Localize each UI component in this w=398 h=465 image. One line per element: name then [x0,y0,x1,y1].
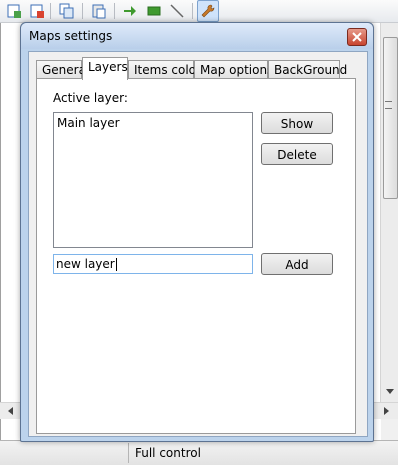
dialog-client: General Layers Items color Map options B… [28,51,368,437]
grip-icon [385,101,392,109]
close-button[interactable] [347,28,367,46]
status-bar: Full control [0,440,398,465]
tab-layers[interactable]: Layers [82,57,128,80]
paste-icon[interactable] [90,2,108,20]
close-icon [352,32,362,42]
dialog-title: Maps settings [29,29,113,43]
scroll-down-icon[interactable] [386,389,394,394]
new-layer-input[interactable]: new layer [53,254,253,274]
scroll-thumb[interactable] [383,37,398,199]
app-toolbar [0,0,398,23]
list-item[interactable]: Main layer [57,116,120,130]
new-map-icon[interactable] [5,2,23,20]
line-icon[interactable] [168,2,186,20]
tab-background[interactable]: BackGround [268,60,347,78]
vertical-scrollbar[interactable] [380,23,398,403]
layers-listbox[interactable]: Main layer [53,112,253,248]
delete-map-icon[interactable] [28,2,46,20]
dialog-titlebar[interactable]: Maps settings [21,23,373,49]
wrench-icon[interactable] [197,0,219,22]
tab-items-color[interactable]: Items color [128,60,201,78]
status-text: Full control [128,443,365,463]
layers-panel: Active layer: Main layer Show Delete new… [36,78,356,434]
arrow-right-icon[interactable] [121,2,139,20]
show-button[interactable]: Show [261,112,333,134]
new-layer-value: new layer [56,257,115,271]
scroll-left-icon[interactable] [8,407,13,415]
maps-settings-dialog: Maps settings General Layers Items color… [20,22,374,442]
add-button[interactable]: Add [261,253,333,275]
active-layer-label: Active layer: [53,91,128,105]
delete-button[interactable]: Delete [261,143,333,165]
copy-icon[interactable] [58,2,76,20]
tab-general[interactable]: General [36,60,89,78]
tab-map-options[interactable]: Map options [194,60,273,78]
rectangle-icon[interactable] [145,2,163,20]
scroll-right-icon[interactable] [384,407,389,415]
text-caret [115,258,117,271]
